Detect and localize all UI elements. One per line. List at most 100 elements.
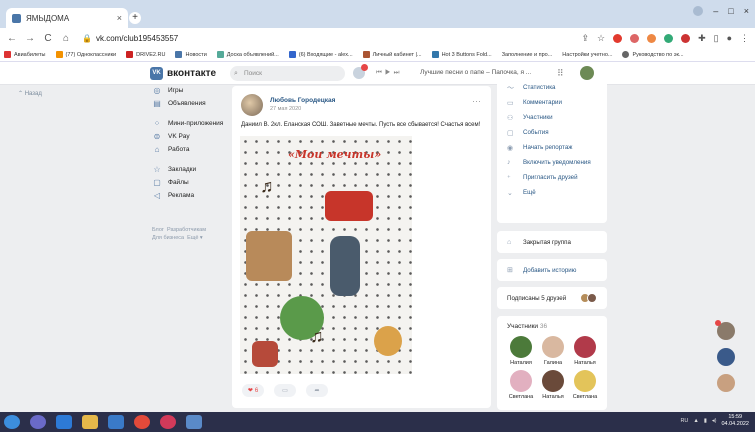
comment-button[interactable]: ▭ — [274, 384, 296, 397]
taskbar-app-icon[interactable] — [30, 415, 46, 429]
author-avatar[interactable] — [241, 94, 263, 116]
extension-icon[interactable] — [664, 33, 674, 43]
post-image[interactable]: «Мои мечты» ♫ ♫ — [240, 136, 412, 374]
menu-item-games[interactable]: ◎ Игры — [152, 84, 242, 97]
menu-item-files[interactable]: ▢ Файлы — [152, 176, 242, 189]
chat-avatar[interactable] — [717, 374, 735, 392]
extension-icon[interactable] — [613, 33, 623, 43]
more-options-icon[interactable]: ··· — [472, 96, 481, 106]
post-author[interactable]: Любовь Городецкая — [270, 97, 335, 104]
bookmark[interactable]: Заполнение и про... — [502, 52, 553, 58]
back-icon[interactable]: ← — [6, 33, 18, 44]
like-button[interactable]: ❤ 6 — [242, 384, 264, 397]
footer-link[interactable]: Разработчикам — [167, 227, 206, 233]
bookmark[interactable]: Доска объявлений... — [216, 51, 279, 58]
taskbar-app-icon[interactable] — [186, 415, 202, 429]
taskbar-app-icon[interactable] — [108, 415, 124, 429]
extension-icon[interactable] — [681, 33, 691, 43]
home-icon[interactable]: ⌂ — [60, 33, 72, 44]
share-icon[interactable]: ⇪ — [581, 33, 589, 44]
reload-icon[interactable]: C — [42, 33, 54, 44]
friends-box[interactable]: Подписаны 5 друзей — [497, 287, 607, 309]
bookmark[interactable]: Личный кабинет |... — [362, 51, 422, 58]
start-button[interactable] — [4, 415, 20, 429]
account-icon[interactable]: ● — [727, 33, 732, 43]
vk-logo[interactable]: VK вконтакте — [150, 67, 216, 80]
member[interactable]: Наталия — [505, 336, 537, 366]
back-link[interactable]: ⌃ Назад — [18, 90, 42, 97]
admin-item-more[interactable]: ⌄ Ещё — [497, 185, 607, 200]
volume-icon[interactable]: ◂) — [712, 418, 717, 424]
new-tab-button[interactable]: + — [129, 12, 141, 24]
add-story-button[interactable]: ⊞ Добавить историю — [497, 259, 607, 281]
puzzle-icon[interactable]: ✚ — [698, 33, 706, 44]
bookmark[interactable]: Настройки учетно... — [562, 52, 612, 58]
bookmark[interactable]: Новости — [175, 51, 207, 58]
admin-item-live[interactable]: ◉ Начать репортаж — [497, 140, 607, 155]
footer-link[interactable]: Блог — [152, 227, 164, 233]
bookmark[interactable]: Авиабилеты — [4, 51, 46, 58]
star-icon[interactable]: ☆ — [597, 33, 605, 44]
notifications-icon[interactable] — [353, 64, 368, 79]
language-indicator[interactable]: RU — [680, 418, 688, 424]
close-tab-icon[interactable]: × — [117, 13, 122, 23]
yandex-icon[interactable] — [160, 415, 176, 429]
member[interactable]: Наталья — [537, 370, 569, 400]
windows-taskbar: RU ▲ ▮ ◂) 15:59 04.04.2022 — [0, 412, 755, 432]
bookmark[interactable]: DRIVE2.RU — [126, 51, 165, 58]
footer-link[interactable]: Ещё ▾ — [187, 235, 203, 241]
player-controls[interactable]: ⏮▶⏭ — [376, 69, 403, 77]
maximize-icon[interactable]: □ — [728, 6, 733, 16]
friends-avatars — [580, 293, 597, 303]
browser-tab[interactable]: ЯМЫДОМА × — [6, 8, 128, 28]
footer-link[interactable]: Для бизнеса — [152, 235, 184, 241]
sidebar-icon[interactable]: ▯ — [714, 33, 719, 44]
bookmark[interactable]: Руководство по эк... — [622, 51, 684, 58]
comment-icon: ▭ — [507, 99, 514, 107]
admin-item-events[interactable]: ▢ События — [497, 125, 607, 140]
member[interactable]: Светлана — [569, 370, 601, 400]
minimize-icon[interactable]: – — [713, 6, 718, 16]
url-field[interactable]: 🔒 vk.com/club195453557 — [82, 34, 178, 43]
bookmark[interactable]: (77) Одноклассники — [55, 51, 116, 58]
menu-item-mini-apps[interactable]: ⁘ Мини-приложения — [152, 117, 242, 130]
menu-item-advertising[interactable]: ◁ Реклама — [152, 189, 242, 202]
search-input[interactable]: ⌕ Поиск — [230, 66, 345, 81]
menu-dots-icon[interactable]: ⋮ — [740, 33, 749, 44]
admin-item-stats[interactable]: 〜 Статистика — [497, 80, 607, 95]
mini-apps-icon: ⁘ — [153, 119, 161, 128]
menu-item-bookmarks[interactable]: ☆ Закладки — [152, 163, 242, 176]
member[interactable]: Светлана — [505, 370, 537, 400]
menu-item-vk-pay[interactable]: ⊜ VK Pay — [152, 130, 242, 143]
tray-up-icon[interactable]: ▲ — [693, 418, 698, 424]
member[interactable]: Галина — [537, 336, 569, 366]
admin-item-notifications[interactable]: ♪ Включить уведомления — [497, 155, 607, 170]
bookmark[interactable]: (6) Входящие - alex... — [288, 51, 353, 58]
close-window-icon[interactable]: × — [744, 6, 749, 16]
extension-icon[interactable] — [630, 33, 640, 43]
chevron-down-icon: ⌄ — [507, 189, 513, 197]
chat-avatar[interactable] — [717, 348, 735, 366]
chrome-icon[interactable] — [134, 415, 150, 429]
admin-item-members[interactable]: ⚇ Участники — [497, 110, 607, 125]
menu-item-work[interactable]: ⌂ Работа — [152, 143, 242, 156]
clock[interactable]: 15:59 04.04.2022 — [721, 414, 749, 428]
admin-item-invite[interactable]: ⁺ Пригласить друзей — [497, 170, 607, 185]
menu-item-ads[interactable]: ▤ Объявления — [152, 97, 242, 110]
profile-icon[interactable] — [693, 6, 704, 16]
now-playing[interactable]: Лучшие песни о папе – Папочка, я ... — [420, 69, 531, 76]
admin-item-comments[interactable]: ▭ Комментарии — [497, 95, 607, 110]
user-avatar[interactable] — [580, 66, 594, 80]
members-title[interactable]: Участники 36 — [497, 316, 607, 330]
member[interactable]: Наталья — [569, 336, 601, 366]
apps-grid-icon[interactable]: ⠿ — [557, 68, 564, 79]
share-button[interactable]: ➦ — [306, 384, 328, 397]
post-date[interactable]: 27 мая 2020 — [270, 106, 301, 112]
forward-icon[interactable]: → — [24, 33, 36, 44]
bookmark[interactable]: Hot 3 Buttons Fold... — [431, 51, 492, 58]
network-icon[interactable]: ▮ — [704, 418, 707, 424]
chat-avatar[interactable] — [715, 320, 735, 340]
ie-icon[interactable] — [56, 415, 72, 429]
extension-icon[interactable] — [647, 33, 657, 43]
folder-icon[interactable] — [82, 415, 98, 429]
